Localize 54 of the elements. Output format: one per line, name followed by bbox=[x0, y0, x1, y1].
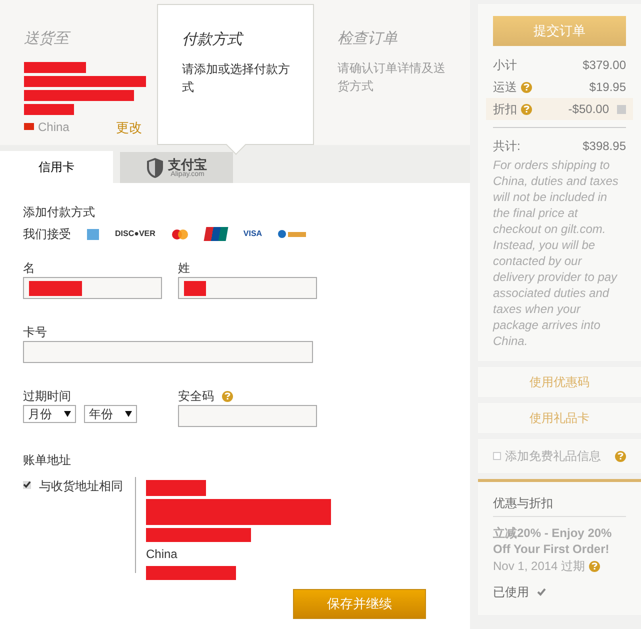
step-description: 请添加或选择付款方式 bbox=[182, 60, 291, 96]
promo-title: 立减20% - Enjoy 20% Off Your First Order! bbox=[493, 525, 613, 557]
month-select[interactable]: 月份 bbox=[23, 405, 76, 423]
form-title: 添加付款方式 bbox=[23, 204, 96, 221]
shield-icon bbox=[146, 156, 164, 178]
total-label: 共计: bbox=[493, 138, 520, 155]
country-text: China bbox=[38, 118, 70, 136]
checkbox-label: 与收货地址相同 bbox=[39, 478, 123, 495]
summary-label: 折扣 bbox=[493, 101, 517, 118]
checkbox-label: 添加免费礼品信息 bbox=[505, 448, 602, 465]
step-title: 检查订单 bbox=[338, 29, 398, 49]
summary-value: -$50.00 bbox=[568, 101, 609, 118]
country-text: China bbox=[146, 546, 178, 563]
promo-expiry: Nov 1, 2014 过期 bbox=[493, 558, 586, 575]
field-label: 名 bbox=[23, 260, 36, 277]
step-panel[interactable]: 付款方式 请添加或选择付款方式 bbox=[157, 4, 314, 145]
shipping-note: For orders shipping to China, duties and taxes will not be included in the final price at checkout on gilt.com. Instead, you will be contacted by our delivery provider to pay associated duties and taxes when your package arrives into China. bbox=[493, 157, 620, 349]
card-number-field[interactable] bbox=[23, 341, 313, 363]
redaction-bar bbox=[24, 62, 86, 72]
card-logo-icon bbox=[171, 228, 190, 240]
checkbox[interactable] bbox=[23, 481, 31, 489]
field-label: 卡号 bbox=[23, 324, 48, 341]
redaction-bar bbox=[146, 480, 206, 496]
accept-label: 我们接受 bbox=[23, 226, 71, 243]
redaction-bar bbox=[24, 104, 74, 114]
summary-label: 小计 bbox=[493, 57, 517, 74]
card-brand-text: DISC●VER bbox=[115, 228, 156, 240]
section-title: 账单地址 bbox=[23, 452, 72, 469]
flag-icon bbox=[24, 123, 34, 130]
card-logo-icon bbox=[278, 229, 306, 239]
logo-text: 支付宝 bbox=[168, 158, 207, 170]
total-value: $398.95 bbox=[582, 138, 626, 155]
section-title: 优惠与折扣 bbox=[493, 494, 626, 517]
year-select[interactable]: 年份 bbox=[84, 405, 137, 423]
credit-card-tab[interactable]: 信用卡 bbox=[0, 151, 113, 183]
promo-status: 已使用 bbox=[493, 584, 529, 601]
field-label: 过期时间 bbox=[23, 388, 72, 405]
card-logo-icon bbox=[204, 227, 229, 241]
last-name-field[interactable] bbox=[178, 277, 317, 299]
summary-value: $379.00 bbox=[582, 57, 626, 74]
card-logo-icon bbox=[87, 228, 99, 240]
card-brand-text: VISA bbox=[243, 228, 262, 240]
step-title: 送货至 bbox=[24, 29, 69, 49]
step-title: 付款方式 bbox=[182, 30, 242, 50]
summary-value: $19.95 bbox=[589, 79, 626, 96]
first-name-field[interactable] bbox=[23, 277, 162, 299]
caret-icon bbox=[64, 411, 71, 417]
summary-label: 运送 bbox=[493, 79, 517, 96]
caret-icon bbox=[125, 411, 132, 417]
field-label: 姓 bbox=[178, 260, 191, 277]
security-code-field[interactable] bbox=[178, 405, 317, 427]
step-description: 请确认订单详情及送货方式 bbox=[338, 60, 446, 94]
remove-icon[interactable] bbox=[617, 104, 626, 114]
field-label: 安全码 bbox=[178, 388, 214, 405]
